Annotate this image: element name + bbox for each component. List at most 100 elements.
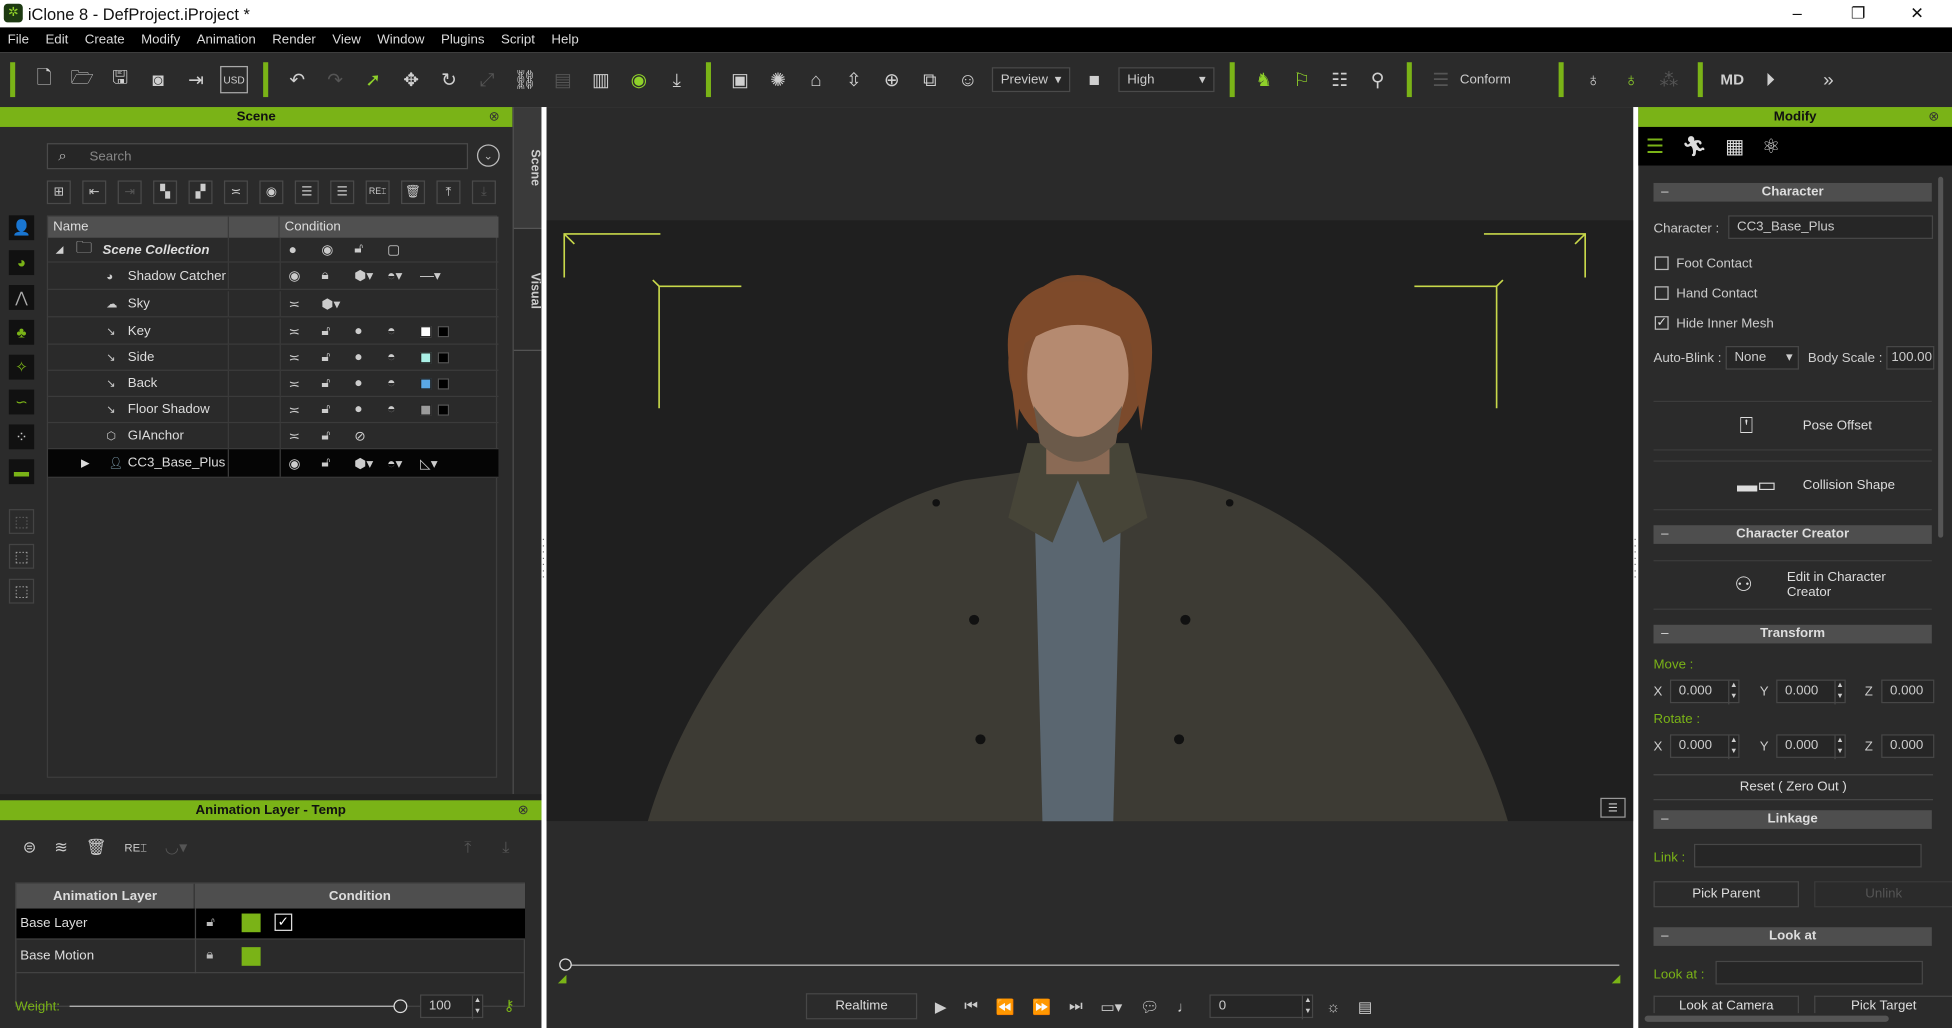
condition-toggle-icon[interactable]: ●	[288, 242, 321, 257]
tab-physics-icon[interactable]: ⚛	[1762, 134, 1780, 159]
section-look-at[interactable]: – Look at	[1653, 927, 1932, 946]
column-condition[interactable]: Condition	[279, 216, 499, 238]
light-color-swatch[interactable]	[420, 325, 432, 337]
scene-tree-row[interactable]: ▶ 👤︎ CC3_Base_Plus ◉ 🔓︎ ⬢▾ ◓▾ ◺▾	[48, 449, 499, 478]
align-right-icon[interactable]: ▥	[587, 66, 615, 93]
auto-blink-dropdown[interactable]: None ▾	[1725, 345, 1799, 370]
add-to-group-icon[interactable]: ⇤	[82, 180, 107, 205]
condition-toggle-icon[interactable]: 🔓︎	[321, 428, 354, 444]
drop-icon[interactable]: ⤓	[663, 66, 691, 93]
condition-toggle-icon[interactable]: ◉	[321, 241, 354, 258]
redo-icon[interactable]: ↷	[321, 66, 349, 93]
minimize-button[interactable]: –	[1793, 4, 1802, 23]
rename-layer-icon[interactable]: RE⌶	[124, 838, 147, 858]
realtime-button[interactable]: Realtime	[805, 993, 918, 1020]
condition-toggle-icon[interactable]: ⬢▾	[321, 296, 354, 312]
move-x-field[interactable]: 0.000 ▲ ▼	[1669, 679, 1740, 705]
start-marker-icon[interactable]: ◢	[558, 972, 567, 986]
fit-icon[interactable]: ⇳	[840, 66, 868, 93]
light-icon[interactable]: ✺	[764, 66, 792, 93]
horizontal-scrollbar[interactable]	[1644, 1015, 1889, 1022]
lock-icon[interactable]: 🔓︎	[206, 915, 215, 931]
delete-icon[interactable]: 🗑	[401, 180, 426, 205]
flag-icon[interactable]: ⚐	[1288, 66, 1316, 93]
new-group-icon[interactable]: ⊞	[46, 180, 71, 205]
condition-toggle-icon[interactable]: ◓▾	[387, 455, 420, 471]
hide-icon[interactable]: ≍	[223, 180, 248, 205]
move-top-icon[interactable]: ⤒	[436, 180, 461, 205]
select-arrow-icon[interactable]: ➚	[359, 66, 387, 93]
scene-tree-row[interactable]: ◕ Shadow Catcher ◉ 🔒︎ ⬢▾ ◓▾ —▾	[48, 262, 499, 290]
shadow-color-swatch[interactable]	[437, 325, 450, 337]
timeline-scrubber-track[interactable]	[565, 964, 1620, 966]
condition-toggle-icon[interactable]: ◉	[288, 455, 321, 471]
condition-toggle-icon[interactable]: —▾	[420, 268, 453, 284]
select-all-icon[interactable]: ⬚	[8, 509, 35, 534]
rotate-y-field[interactable]: 0.000 ▲ ▼	[1776, 734, 1846, 760]
vertical-scrollbar[interactable]	[1938, 176, 1944, 538]
condition-toggle-icon[interactable]: 🔓︎	[321, 323, 354, 339]
prop-filter-icon[interactable]: ◕	[8, 250, 35, 276]
layer-enabled-checkbox[interactable]: ✓	[274, 913, 293, 931]
motion-icon[interactable]: ♞	[1250, 66, 1278, 93]
body-scale-field[interactable]: 100.00	[1886, 345, 1935, 370]
close-panel-icon[interactable]: ⊗	[518, 800, 529, 820]
condition-toggle-icon[interactable]: ⬢▾	[354, 268, 387, 284]
tab-attributes-icon[interactable]: ☰	[1646, 134, 1664, 159]
condition-toggle-icon[interactable]: ●	[354, 376, 387, 391]
menu-script[interactable]: Script	[501, 32, 535, 47]
align-icon[interactable]: ▤	[549, 66, 577, 93]
show-icon[interactable]: ◉	[259, 180, 284, 205]
condition-toggle-icon[interactable]: ≍	[288, 401, 321, 418]
layers-icon[interactable]: ≋	[54, 838, 68, 858]
scene-tree-row[interactable]: ↘ Side ≍ 🔓︎ ● ◓	[48, 344, 499, 371]
condition-toggle-icon[interactable]: 🔓︎	[354, 241, 387, 257]
conform-button[interactable]: Conform	[1460, 72, 1511, 87]
condition-toggle-icon[interactable]: ●	[354, 350, 387, 365]
more-chevron-icon[interactable]: »	[1814, 66, 1842, 93]
list-icon[interactable]: ☷	[1326, 66, 1354, 93]
collapse-arrow-icon[interactable]: ◢	[56, 244, 64, 255]
shadow-color-swatch[interactable]	[437, 351, 450, 363]
menu-window[interactable]: Window	[377, 32, 424, 47]
right-resize-handle[interactable]: · · · · · · ·	[1633, 533, 1637, 582]
frame-spinner[interactable]: ▲ ▼	[1302, 995, 1312, 1020]
condition-toggle-icon[interactable]: ◓▾	[387, 268, 420, 284]
expand-icon[interactable]: ☰	[330, 180, 355, 205]
tree-filter-icon[interactable]: ♣	[8, 319, 35, 345]
scale-icon[interactable]: ⤢	[473, 66, 501, 93]
sun-icon[interactable]: ☼	[1326, 998, 1340, 1015]
condition-toggle-icon[interactable]: ◓	[387, 402, 420, 417]
look-at-field[interactable]	[1715, 960, 1923, 985]
tab-scene[interactable]: Scene	[513, 107, 542, 230]
light-color-swatch[interactable]	[420, 403, 432, 416]
viewport-layout-icon[interactable]: ▣	[726, 66, 754, 93]
pick-parent-button[interactable]: Pick Parent	[1653, 881, 1799, 908]
key-icon[interactable]: ⚷	[504, 997, 515, 1014]
quality-dropdown[interactable]: High ▾	[1118, 67, 1215, 93]
close-panel-icon[interactable]: ⊗	[1928, 107, 1939, 127]
weight-spinner[interactable]: ▲ ▼	[471, 995, 482, 1020]
spinner[interactable]: ▲ ▼	[1834, 735, 1844, 760]
move-z-field[interactable]: 0.000	[1881, 679, 1935, 704]
path-filter-icon[interactable]: ∽	[8, 389, 35, 415]
condition-toggle-icon[interactable]: ◓	[387, 350, 420, 365]
foot-contact-checkbox[interactable]	[1654, 256, 1669, 271]
condition-toggle-icon[interactable]: ◓	[387, 376, 420, 391]
physics-icon[interactable]: ♁	[1579, 66, 1607, 93]
pick-target-button[interactable]: Pick Target	[1814, 995, 1952, 1014]
mesh-icon[interactable]: ⧉	[916, 66, 944, 93]
condition-toggle-icon[interactable]: ≍	[288, 375, 321, 391]
play-circle-icon[interactable]: ⏵	[1756, 66, 1784, 93]
edit-in-cc-button[interactable]: ⚇ Edit in Character Creator	[1653, 560, 1932, 610]
export-icon[interactable]: ⇥	[182, 66, 210, 93]
link-field[interactable]	[1693, 843, 1922, 868]
save-icon[interactable]: 🖫	[106, 66, 134, 93]
merge-layer-icon[interactable]: ◡▾	[165, 838, 188, 858]
timeline-icon[interactable]: ▤	[1358, 998, 1372, 1015]
reset-transform-button[interactable]: Reset ( Zero Out )	[1653, 774, 1934, 801]
link-icon[interactable]: ⛓	[511, 66, 539, 93]
subtitle-toggle-icon[interactable]: ☰	[1600, 797, 1626, 818]
menu-render[interactable]: Render	[272, 32, 316, 47]
section-transform[interactable]: – Transform	[1653, 624, 1932, 644]
